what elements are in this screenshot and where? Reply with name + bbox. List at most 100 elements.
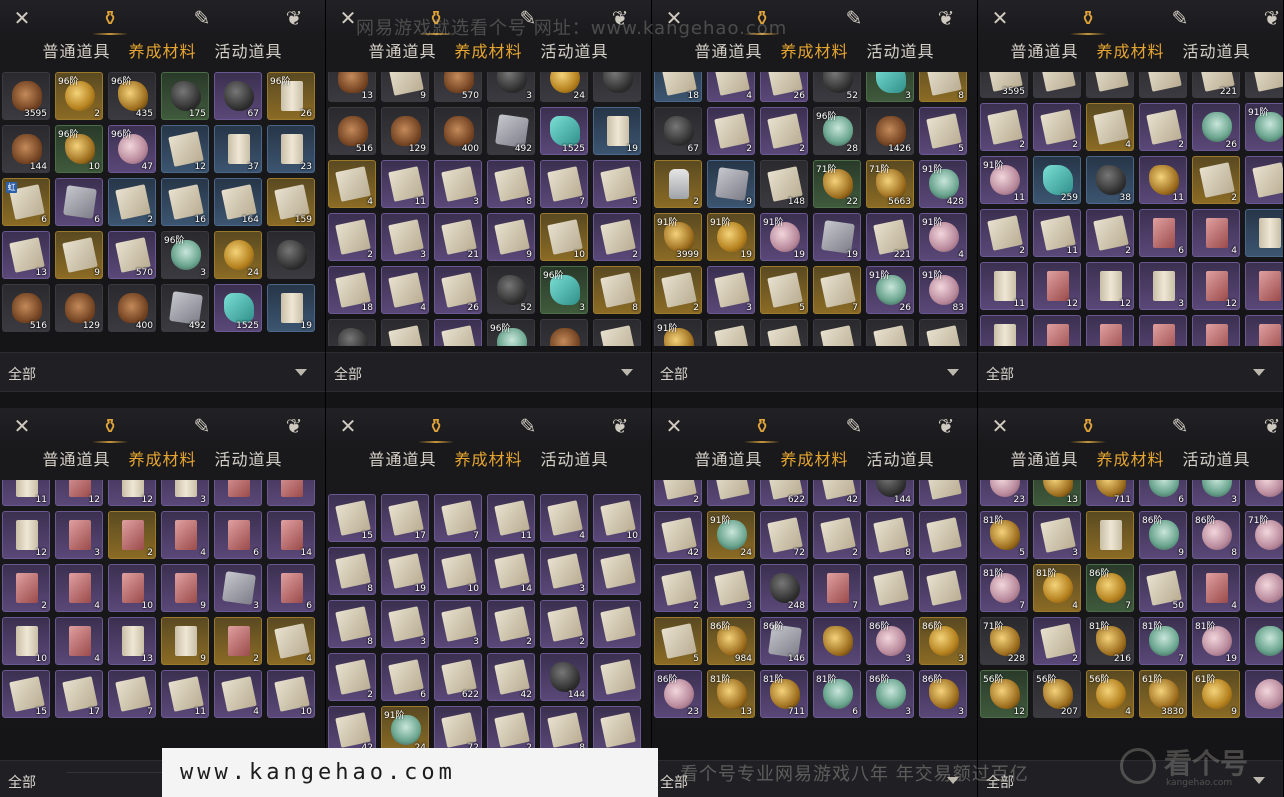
item-slot[interactable]: 86阶23: [980, 480, 1028, 506]
item-slot[interactable]: 2: [328, 213, 376, 261]
pouch-icon[interactable]: ⚱: [1070, 6, 1106, 35]
item-slot[interactable]: 8: [593, 266, 641, 314]
item-slot[interactable]: 91阶 3999: [654, 213, 702, 261]
item-slot[interactable]: 81阶 711: [760, 670, 808, 718]
item-slot[interactable]: 2: [980, 103, 1028, 151]
item-slot[interactable]: [1139, 72, 1187, 98]
item-slot[interactable]: 19: [267, 284, 315, 332]
item-slot[interactable]: 516: [2, 284, 50, 332]
item-slot[interactable]: 96阶3: [540, 266, 588, 314]
item-slot[interactable]: 221: [866, 213, 914, 261]
tab-0[interactable]: 普通道具: [694, 40, 762, 64]
item-slot[interactable]: [540, 319, 588, 346]
item-slot[interactable]: [1033, 72, 1081, 98]
tab-2[interactable]: 活动道具: [867, 448, 935, 472]
crossed-swords-icon[interactable]: ✕: [988, 414, 1012, 438]
item-slot[interactable]: 4: [55, 617, 103, 665]
item-slot[interactable]: [214, 480, 262, 506]
item-slot[interactable]: [1245, 670, 1283, 718]
tab-0[interactable]: 普通道具: [1010, 448, 1078, 472]
item-slot[interactable]: 26: [1192, 103, 1240, 151]
crossed-swords-icon[interactable]: ✕: [662, 414, 686, 438]
item-slot[interactable]: 159: [267, 178, 315, 226]
item-slot[interactable]: [267, 480, 315, 506]
item-slot[interactable]: 81阶13: [707, 670, 755, 718]
item-slot[interactable]: 400: [108, 284, 156, 332]
item-slot[interactable]: [434, 319, 482, 346]
item-slot[interactable]: 12: [1033, 262, 1081, 310]
tab-2[interactable]: 活动道具: [867, 40, 935, 64]
item-slot[interactable]: 81阶13: [1033, 480, 1081, 506]
item-slot[interactable]: 42: [813, 480, 861, 506]
item-slot[interactable]: 52: [487, 266, 535, 314]
item-slot[interactable]: 3: [434, 160, 482, 208]
item-slot[interactable]: 91阶 428: [919, 160, 967, 208]
item-slot[interactable]: 71阶 5663: [866, 160, 914, 208]
tab-2[interactable]: 活动道具: [1183, 448, 1251, 472]
pouch-icon[interactable]: ⚱: [744, 414, 780, 443]
item-slot[interactable]: 2: [1139, 103, 1187, 151]
item-slot[interactable]: 2: [1086, 209, 1134, 257]
item-slot[interactable]: [919, 511, 967, 559]
item-slot[interactable]: [1086, 511, 1134, 559]
item-slot[interactable]: 19: [813, 213, 861, 261]
item-slot[interactable]: [866, 564, 914, 612]
item-slot[interactable]: 12: [1086, 262, 1134, 310]
item-slot[interactable]: 2: [487, 706, 535, 754]
item-slot[interactable]: [760, 319, 808, 346]
tab-1[interactable]: 养成材料: [128, 448, 196, 472]
gourd-icon[interactable]: ❦: [608, 414, 632, 438]
item-slot[interactable]: 221: [1192, 72, 1240, 98]
item-slot[interactable]: 13: [108, 617, 156, 665]
item-slot[interactable]: 11: [487, 494, 535, 542]
item-slot[interactable]: [813, 617, 861, 665]
item-slot[interactable]: 11: [161, 670, 209, 718]
item-slot[interactable]: 18: [654, 72, 702, 102]
tab-0[interactable]: 普通道具: [368, 40, 436, 64]
item-slot[interactable]: 2: [813, 511, 861, 559]
item-slot[interactable]: 42: [487, 653, 535, 701]
item-slot[interactable]: 7: [108, 670, 156, 718]
item-slot[interactable]: [593, 547, 641, 595]
item-slot[interactable]: 81阶 4: [1033, 564, 1081, 612]
item-slot[interactable]: 96阶3: [866, 72, 914, 102]
item-slot[interactable]: 2: [540, 600, 588, 648]
item-slot[interactable]: 38: [1086, 156, 1134, 204]
item-slot[interactable]: 2: [108, 511, 156, 559]
item-slot[interactable]: 10: [108, 564, 156, 612]
item-slot[interactable]: 4: [1086, 103, 1134, 151]
scroll-brush-icon[interactable]: ✎: [516, 414, 540, 438]
item-slot[interactable]: 61阶 3830: [1139, 670, 1187, 718]
item-slot[interactable]: 3595: [980, 72, 1028, 98]
chevron-down-icon[interactable]: [947, 369, 959, 376]
item-slot[interactable]: 4: [1139, 315, 1187, 346]
scroll-brush-icon[interactable]: ✎: [1168, 414, 1192, 438]
item-slot[interactable]: 15: [2, 670, 50, 718]
item-slot[interactable]: 10: [2, 617, 50, 665]
item-slot[interactable]: 570: [108, 231, 156, 279]
pouch-icon[interactable]: ⚱: [418, 414, 454, 443]
item-slot[interactable]: 164: [214, 178, 262, 226]
item-slot[interactable]: 9: [381, 72, 429, 102]
tab-0[interactable]: 普通道具: [1010, 40, 1078, 64]
chevron-down-icon[interactable]: [295, 369, 307, 376]
item-slot[interactable]: 91阶 83: [919, 266, 967, 314]
item-slot[interactable]: 96阶 28: [813, 107, 861, 155]
item-slot[interactable]: 26: [760, 72, 808, 102]
item-slot[interactable]: 17: [381, 494, 429, 542]
item-slot[interactable]: 91阶 24: [707, 511, 755, 559]
scroll-brush-icon[interactable]: ✎: [190, 414, 214, 438]
item-slot[interactable]: 14: [267, 511, 315, 559]
item-slot[interactable]: 56阶 4: [1086, 670, 1134, 718]
item-slot[interactable]: 12: [1192, 262, 1240, 310]
item-slot[interactable]: 96阶 2: [55, 72, 103, 120]
item-slot[interactable]: 3: [1192, 480, 1240, 506]
item-slot[interactable]: 81阶 7: [980, 564, 1028, 612]
chevron-down-icon[interactable]: [1253, 369, 1265, 376]
item-slot[interactable]: 81阶 6: [813, 670, 861, 718]
item-slot[interactable]: [919, 564, 967, 612]
item-slot[interactable]: 12: [161, 125, 209, 173]
item-slot[interactable]: 516: [328, 107, 376, 155]
item-slot[interactable]: 2: [707, 107, 755, 155]
item-slot[interactable]: 7: [813, 564, 861, 612]
